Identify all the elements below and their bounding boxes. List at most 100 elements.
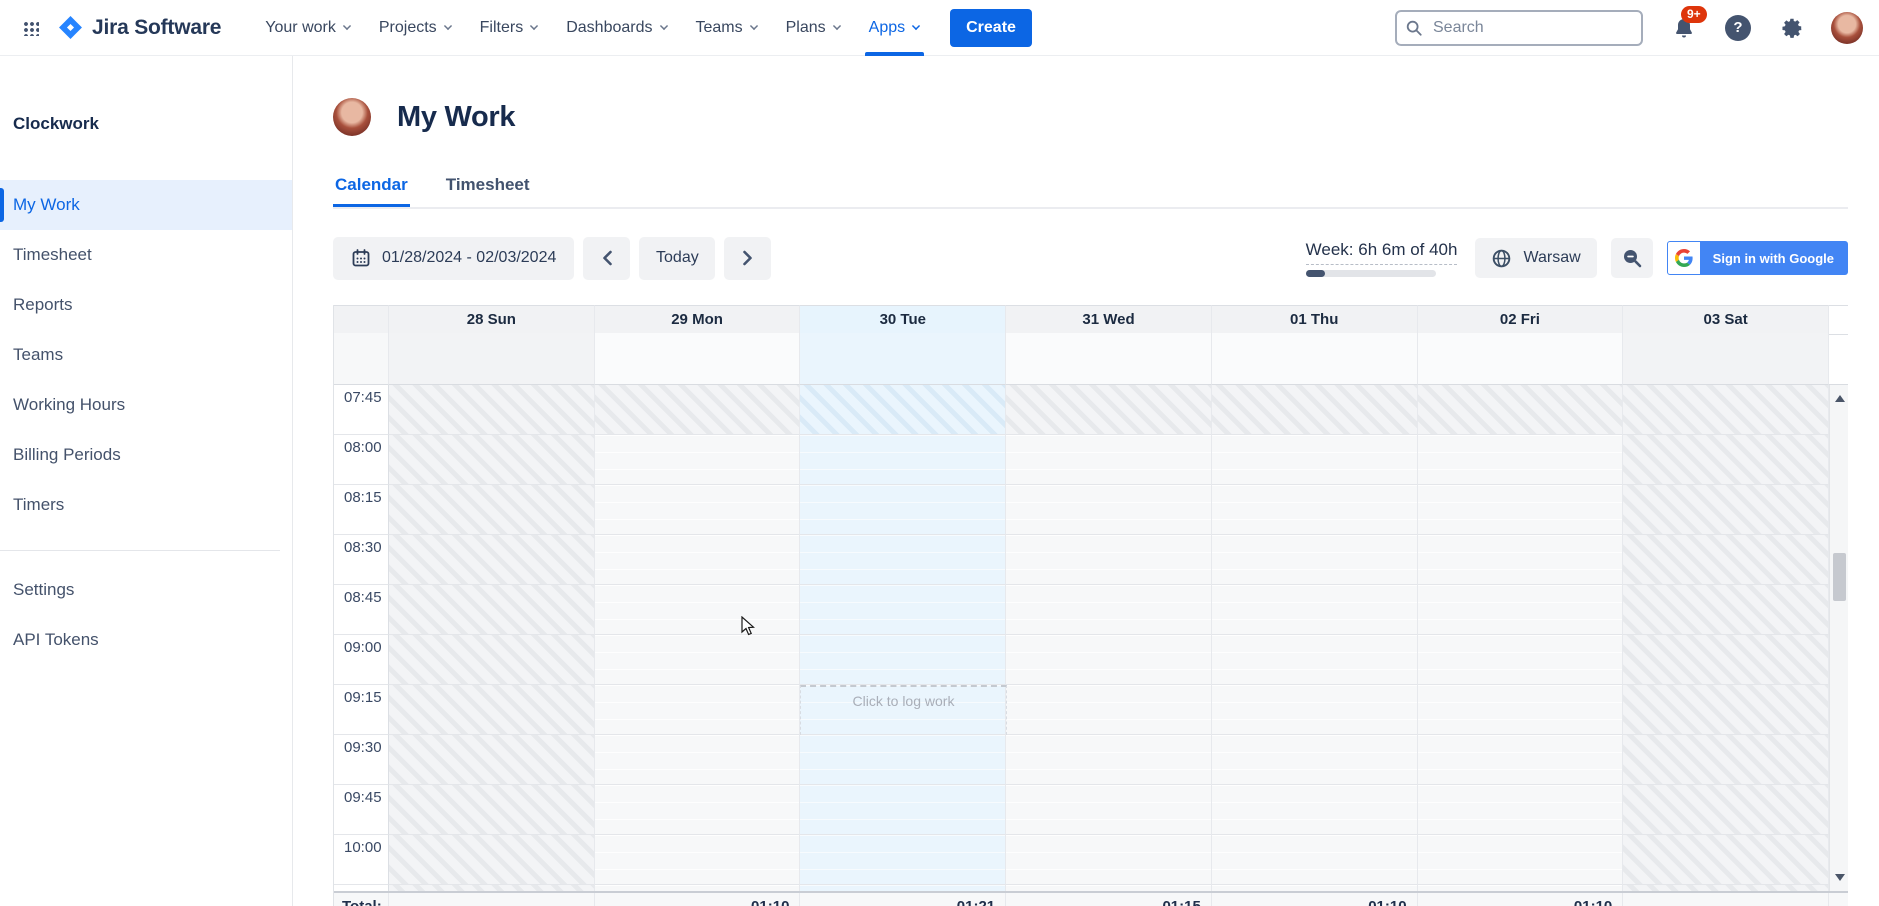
settings-button[interactable] bbox=[1777, 13, 1807, 43]
allday-cell[interactable] bbox=[1623, 333, 1829, 385]
sidebar-item-billing-periods[interactable]: Billing Periods bbox=[0, 430, 292, 480]
nav-item-teams[interactable]: Teams bbox=[682, 0, 772, 56]
time-slot[interactable] bbox=[1212, 585, 1418, 635]
search-input[interactable] bbox=[1395, 10, 1643, 46]
time-slot[interactable] bbox=[389, 385, 595, 435]
time-slot[interactable] bbox=[1623, 635, 1829, 685]
allday-cell[interactable] bbox=[389, 333, 595, 385]
time-slot[interactable] bbox=[1623, 785, 1829, 835]
time-slot[interactable] bbox=[1006, 685, 1212, 735]
time-slot[interactable] bbox=[1418, 435, 1624, 485]
time-slot[interactable] bbox=[1623, 885, 1829, 891]
time-slot[interactable] bbox=[389, 635, 595, 685]
time-slot[interactable] bbox=[1418, 485, 1624, 535]
sidebar-item-settings[interactable]: Settings bbox=[0, 565, 292, 615]
allday-cell[interactable] bbox=[1418, 333, 1624, 385]
time-slot[interactable] bbox=[595, 835, 801, 885]
time-slot[interactable] bbox=[1623, 585, 1829, 635]
nav-item-dashboards[interactable]: Dashboards bbox=[552, 0, 681, 56]
allday-cell[interactable] bbox=[1006, 333, 1212, 385]
time-slot[interactable] bbox=[1212, 685, 1418, 735]
time-slot[interactable] bbox=[1623, 735, 1829, 785]
app-switcher-button[interactable] bbox=[14, 11, 48, 45]
google-signin-button[interactable]: Sign in with Google bbox=[1667, 241, 1848, 275]
time-slot[interactable] bbox=[800, 435, 1006, 485]
create-button[interactable]: Create bbox=[950, 9, 1032, 47]
time-slot[interactable] bbox=[595, 635, 801, 685]
time-slot[interactable] bbox=[1006, 785, 1212, 835]
time-slot[interactable] bbox=[1212, 785, 1418, 835]
time-slot[interactable] bbox=[800, 735, 1006, 785]
time-slot[interactable] bbox=[595, 535, 801, 585]
time-slot[interactable] bbox=[1418, 385, 1624, 435]
time-slot[interactable] bbox=[389, 485, 595, 535]
time-slot[interactable] bbox=[1418, 785, 1624, 835]
time-slot[interactable] bbox=[1006, 735, 1212, 785]
date-range-button[interactable]: 01/28/2024 - 02/03/2024 bbox=[333, 237, 574, 280]
sidebar-item-timesheet[interactable]: Timesheet bbox=[0, 230, 292, 280]
time-slot[interactable] bbox=[1006, 535, 1212, 585]
time-slot[interactable] bbox=[800, 635, 1006, 685]
time-slot[interactable] bbox=[800, 885, 1006, 891]
scroll-up-icon[interactable] bbox=[1835, 395, 1845, 402]
time-slot[interactable] bbox=[800, 535, 1006, 585]
time-slot[interactable] bbox=[1006, 385, 1212, 435]
time-slot[interactable] bbox=[389, 835, 595, 885]
time-slot[interactable] bbox=[800, 835, 1006, 885]
time-slot[interactable] bbox=[1623, 535, 1829, 585]
nav-item-filters[interactable]: Filters bbox=[466, 0, 553, 56]
time-slot[interactable] bbox=[1623, 435, 1829, 485]
sidebar-item-reports[interactable]: Reports bbox=[0, 280, 292, 330]
time-slot[interactable] bbox=[1418, 885, 1624, 891]
time-slot[interactable] bbox=[800, 485, 1006, 535]
time-slot[interactable] bbox=[389, 685, 595, 735]
time-slot[interactable] bbox=[1212, 535, 1418, 585]
time-slot[interactable] bbox=[1623, 835, 1829, 885]
zoom-out-button[interactable] bbox=[1611, 238, 1653, 278]
time-slot[interactable] bbox=[1006, 435, 1212, 485]
time-slot[interactable] bbox=[1418, 835, 1624, 885]
time-slot[interactable] bbox=[1212, 435, 1418, 485]
allday-cell[interactable] bbox=[1212, 333, 1418, 385]
sidebar-item-my-work[interactable]: My Work bbox=[0, 180, 292, 230]
time-slot[interactable] bbox=[1418, 585, 1624, 635]
time-slot[interactable] bbox=[1418, 535, 1624, 585]
tab-timesheet[interactable]: Timesheet bbox=[444, 172, 532, 207]
jira-logo[interactable]: Jira Software bbox=[58, 15, 221, 40]
user-avatar[interactable] bbox=[1831, 12, 1863, 44]
scroll-down-icon[interactable] bbox=[1835, 874, 1845, 881]
time-slot[interactable] bbox=[595, 585, 801, 635]
time-slot[interactable] bbox=[800, 385, 1006, 435]
time-slot[interactable] bbox=[389, 785, 595, 835]
sidebar-item-api-tokens[interactable]: API Tokens bbox=[0, 615, 292, 665]
time-slot[interactable] bbox=[1212, 485, 1418, 535]
time-slot[interactable] bbox=[1418, 735, 1624, 785]
time-slot[interactable] bbox=[595, 685, 801, 735]
nav-item-plans[interactable]: Plans bbox=[772, 0, 855, 56]
time-slot[interactable] bbox=[1006, 585, 1212, 635]
time-slot[interactable] bbox=[800, 585, 1006, 635]
tab-calendar[interactable]: Calendar bbox=[333, 172, 410, 207]
time-slot[interactable] bbox=[389, 435, 595, 485]
time-slot[interactable] bbox=[389, 535, 595, 585]
time-slot[interactable] bbox=[1006, 485, 1212, 535]
time-slot[interactable] bbox=[595, 435, 801, 485]
sidebar-item-working-hours[interactable]: Working Hours bbox=[0, 380, 292, 430]
allday-cell[interactable] bbox=[800, 333, 1006, 385]
allday-cell[interactable] bbox=[595, 333, 801, 385]
time-slot[interactable] bbox=[1212, 735, 1418, 785]
time-slot[interactable] bbox=[595, 385, 801, 435]
timezone-button[interactable]: Warsaw bbox=[1475, 238, 1596, 278]
time-slot[interactable] bbox=[1006, 885, 1212, 891]
sidebar-item-teams[interactable]: Teams bbox=[0, 330, 292, 380]
time-slot[interactable] bbox=[595, 785, 801, 835]
nav-item-apps[interactable]: Apps bbox=[855, 0, 934, 56]
time-slot[interactable] bbox=[1623, 485, 1829, 535]
log-work-placeholder[interactable]: Click to log work bbox=[800, 685, 1007, 735]
time-slot[interactable] bbox=[1623, 685, 1829, 735]
nav-item-projects[interactable]: Projects bbox=[365, 0, 466, 56]
help-button[interactable]: ? bbox=[1723, 13, 1753, 43]
time-slot[interactable] bbox=[800, 785, 1006, 835]
notifications-button[interactable]: 9+ bbox=[1669, 13, 1699, 43]
time-slot[interactable] bbox=[1418, 685, 1624, 735]
